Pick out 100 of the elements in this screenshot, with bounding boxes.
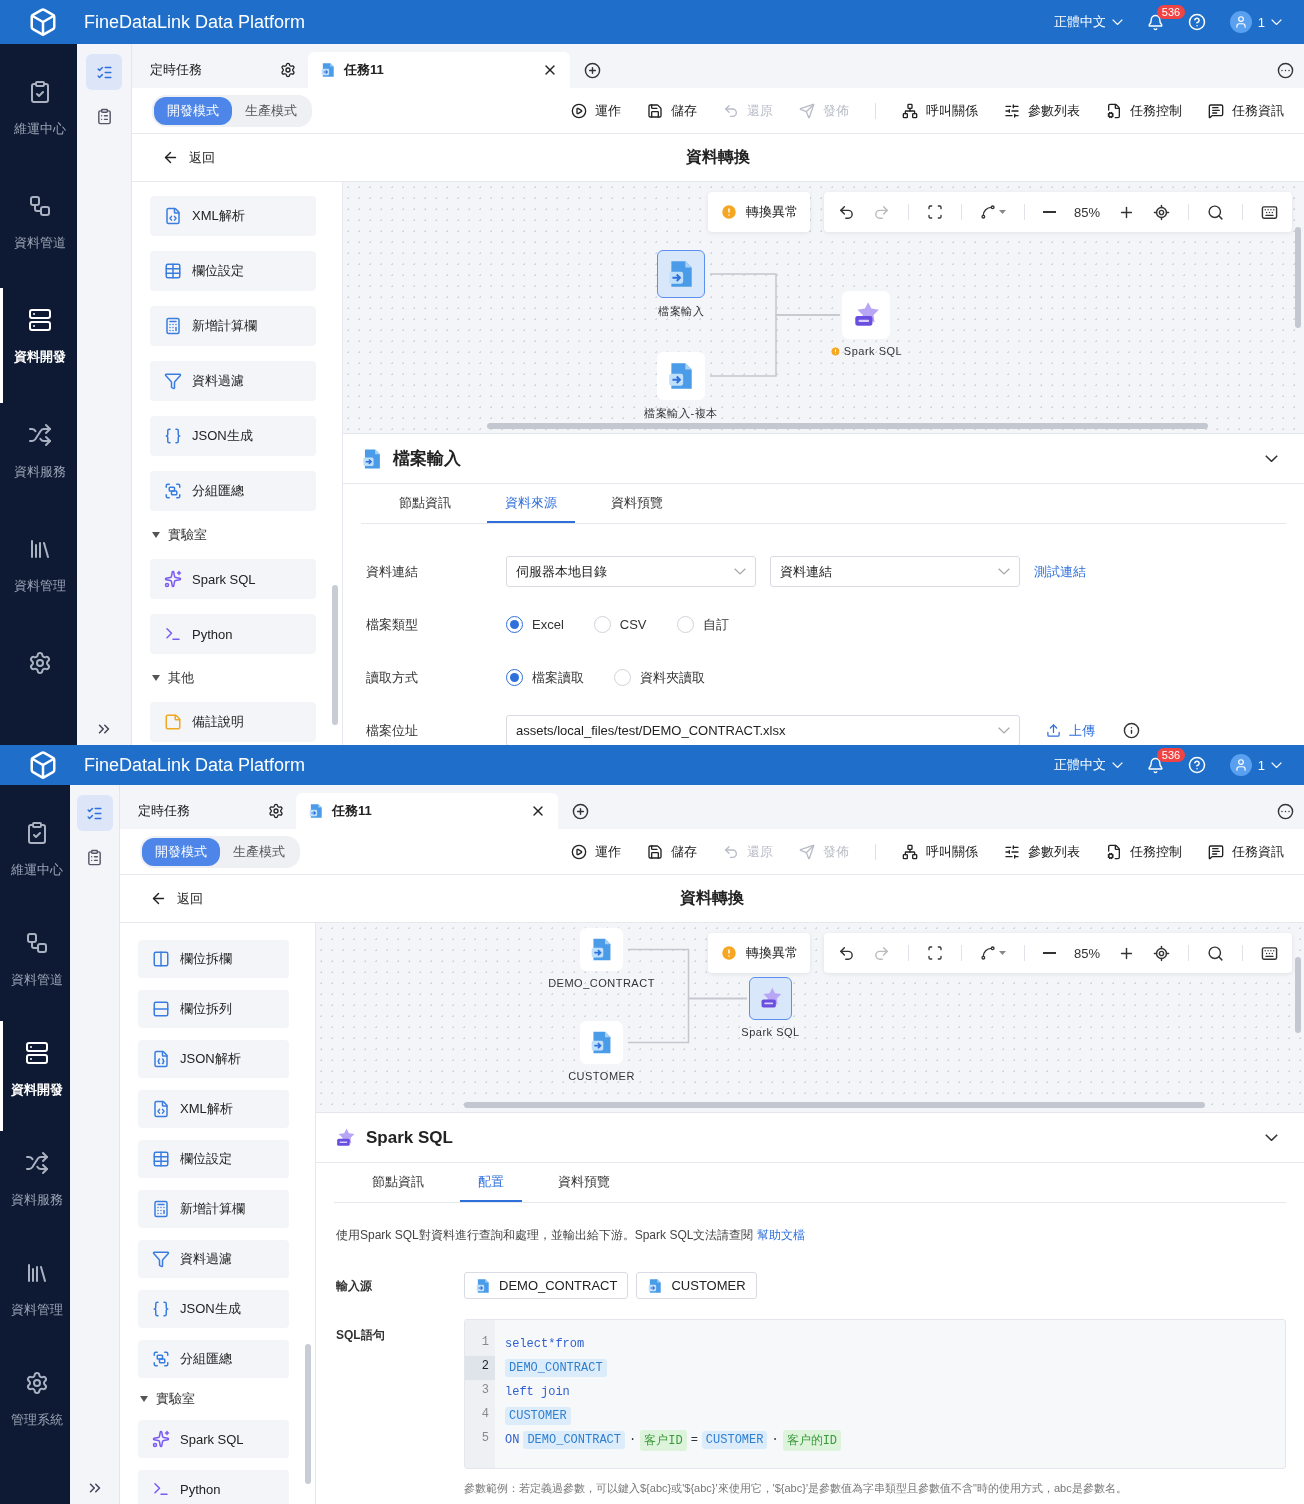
mode-option[interactable]: 開發模式 [154, 96, 232, 125]
mode-option[interactable]: 生產模式 [232, 96, 310, 125]
palette-group[interactable]: 實驗室 [150, 526, 316, 544]
task-tab[interactable]: 任務11 [308, 52, 570, 88]
scrollbar[interactable] [1295, 957, 1301, 1033]
mode-option[interactable]: 生產模式 [220, 837, 298, 866]
notifications-button[interactable] [1146, 13, 1164, 31]
toolbar-action[interactable]: 任務資訊 [1208, 842, 1284, 861]
palette-item[interactable]: 資料過濾 [138, 1240, 289, 1278]
palette-item[interactable]: 分組匯總 [138, 1340, 289, 1378]
panel-tab[interactable]: 資料預覽 [593, 484, 681, 523]
palette-item[interactable]: JSON解析 [138, 1040, 289, 1078]
user-menu[interactable]: 1 [1229, 754, 1282, 776]
nav-item[interactable]: 資料服務 [0, 402, 77, 517]
scrollbar[interactable] [1295, 227, 1301, 328]
undo-button[interactable] [837, 944, 855, 962]
rail-button[interactable] [86, 54, 122, 90]
palette-group[interactable]: 實驗室 [138, 1390, 289, 1408]
nav-item[interactable]: 資料管道 [0, 174, 77, 289]
sql-editor[interactable]: 1 2 3 4 5 select*from DEMO_CONTRACT left join CUSTOMER ON DEMO_CONTRACT · 客户ID = CUSTOMER · 客户的ID [464, 1319, 1286, 1469]
line-style-button[interactable] [979, 204, 1006, 220]
radio-option[interactable]: Excel [506, 616, 564, 633]
radio-option[interactable]: 自訂 [676, 615, 729, 634]
scrollbar[interactable] [332, 585, 338, 725]
source-chip[interactable]: DEMO_CONTRACT [464, 1272, 629, 1299]
toolbar-action[interactable]: 呼叫關係 [902, 842, 978, 861]
collapse-button[interactable] [1265, 1133, 1278, 1142]
panel-tab[interactable]: 資料預覽 [540, 1163, 628, 1202]
palette-item[interactable]: 欄位拆欄 [138, 940, 289, 978]
notifications-button[interactable] [1146, 756, 1164, 774]
language-select[interactable]: 正體中文 [1053, 756, 1123, 774]
test-link[interactable]: 測試連結 [1034, 562, 1086, 581]
rail-button[interactable] [76, 795, 113, 831]
locate-button[interactable] [1153, 944, 1170, 962]
toolbar-action[interactable]: 任務資訊 [1208, 101, 1284, 120]
panel-tab[interactable]: 資料來源 [487, 484, 575, 523]
palette-item[interactable]: 分組匯總 [150, 471, 316, 511]
nav-item[interactable]: 資料管道 [0, 911, 70, 1021]
palette-item[interactable]: JSON生成 [150, 416, 316, 456]
palette-item[interactable]: 備註說明 [150, 702, 316, 742]
palette-item[interactable]: 欄位設定 [138, 1140, 289, 1178]
palette-item[interactable]: JSON生成 [138, 1290, 289, 1328]
flow-node[interactable] [749, 977, 792, 1020]
user-menu[interactable]: 1 [1229, 11, 1282, 33]
toolbar-action[interactable]: 任務控制 [1106, 842, 1182, 861]
select-field[interactable]: 資料連結 [770, 556, 1020, 587]
nav-item[interactable]: 資料管理 [0, 516, 77, 631]
palette-item[interactable]: Python [150, 614, 316, 654]
select-field[interactable]: assets/local_files/test/DEMO_CONTRACT.xlsx [506, 715, 1020, 745]
fit-button[interactable] [926, 204, 943, 220]
nav-item[interactable]: 資料服務 [0, 1131, 70, 1241]
task-tab[interactable]: 定時任務 [138, 52, 308, 88]
palette-item[interactable]: XML解析 [150, 196, 316, 236]
help-doc-link[interactable]: 幫助文檔 [756, 1227, 805, 1244]
toolbar-action[interactable]: 儲存 [647, 101, 697, 120]
info-button[interactable] [1123, 722, 1140, 739]
palette-item[interactable]: 欄位設定 [150, 251, 316, 291]
locate-button[interactable] [1153, 203, 1170, 221]
toolbar-action[interactable]: 參數列表 [1004, 101, 1080, 120]
toolbar-action[interactable]: 參數列表 [1004, 842, 1080, 861]
panel-tab[interactable]: 節點資訊 [381, 484, 469, 523]
palette-item[interactable]: XML解析 [138, 1090, 289, 1128]
upload-link[interactable]: 上傳 [1046, 721, 1095, 740]
undo-button[interactable] [837, 203, 855, 221]
palette-item[interactable]: Spark SQL [138, 1420, 289, 1458]
toolbar-action[interactable]: 呼叫關係 [902, 101, 978, 120]
scrollbar[interactable] [487, 423, 1208, 429]
warning-button[interactable]: 轉換異常 [707, 192, 810, 232]
task-tab[interactable]: 定時任務 [126, 793, 296, 829]
search-button[interactable] [1207, 944, 1224, 962]
palette-item[interactable]: 新增計算欄 [138, 1190, 289, 1228]
fit-button[interactable] [926, 945, 943, 961]
nav-item[interactable]: 維運中心 [0, 801, 70, 911]
radio-option[interactable]: CSV [593, 616, 647, 633]
back-button[interactable]: 返回 [150, 889, 203, 908]
radio-option[interactable]: 檔案讀取 [506, 668, 584, 687]
flow-node[interactable] [657, 250, 705, 298]
select-field[interactable]: 伺服器本地目錄 [506, 556, 756, 587]
help-button[interactable] [1187, 756, 1206, 774]
search-button[interactable] [1207, 203, 1224, 221]
mode-option[interactable]: 開發模式 [142, 837, 220, 866]
palette-item[interactable]: 新增計算欄 [150, 306, 316, 346]
toolbar-action[interactable]: 任務控制 [1106, 101, 1182, 120]
line-style-button[interactable] [979, 945, 1006, 961]
palette-item[interactable]: Python [138, 1470, 289, 1504]
minimap-button[interactable] [1261, 944, 1278, 962]
collapse-button[interactable] [1265, 454, 1278, 463]
nav-item[interactable]: 資料管理 [0, 1241, 70, 1351]
nav-item[interactable]: 管理系統 [0, 1351, 70, 1461]
back-button[interactable]: 返回 [162, 148, 215, 167]
palette-item[interactable]: 欄位拆列 [138, 990, 289, 1028]
nav-item[interactable]: 維運中心 [0, 60, 77, 175]
palette-item[interactable]: Spark SQL [150, 559, 316, 599]
language-select[interactable]: 正體中文 [1053, 13, 1123, 31]
minimap-button[interactable] [1261, 203, 1278, 221]
toolbar-action[interactable]: 運作 [571, 842, 621, 861]
warning-button[interactable]: 轉換異常 [707, 933, 810, 973]
palette-item[interactable]: 資料過濾 [150, 361, 316, 401]
toolbar-action[interactable]: 儲存 [647, 842, 697, 861]
help-button[interactable] [1187, 13, 1206, 31]
